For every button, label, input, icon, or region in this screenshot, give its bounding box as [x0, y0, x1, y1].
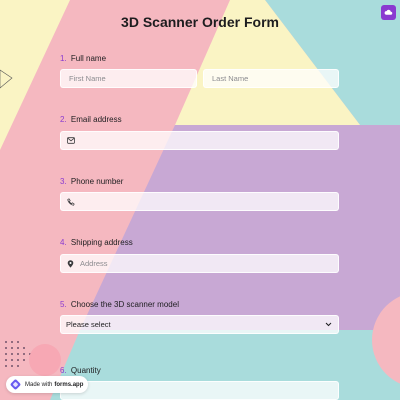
- scanner-model-select[interactable]: Please select: [60, 315, 339, 334]
- question-text: Choose the 3D scanner model: [70, 300, 179, 309]
- question-label: 4. Shipping address: [60, 237, 133, 249]
- forms-app-logo-icon: [10, 379, 21, 390]
- envelope-icon: [67, 137, 75, 144]
- question-text: Quantity: [70, 366, 101, 375]
- question-number: 6.: [60, 366, 67, 375]
- location-pin-icon: [67, 259, 74, 268]
- question-email: 2. Email address: [60, 114, 122, 126]
- question-full-name: 1. Full name: [60, 53, 106, 65]
- question-phone: 3. Phone number: [60, 176, 123, 188]
- phone-input[interactable]: [60, 192, 339, 211]
- question-text: Full name: [70, 54, 107, 63]
- last-name-input[interactable]: Last Name: [203, 69, 339, 88]
- address-placeholder: Address: [80, 259, 108, 268]
- phone-icon: [67, 197, 75, 206]
- first-name-input[interactable]: First Name: [60, 69, 197, 88]
- quantity-input[interactable]: [60, 381, 339, 400]
- last-name-placeholder: Last Name: [212, 74, 249, 83]
- form-page: 3D Scanner Order Form 1. Full name First…: [0, 0, 400, 400]
- question-number: 4.: [60, 238, 67, 247]
- question-number: 5.: [60, 300, 67, 309]
- question-label: 3. Phone number: [60, 176, 123, 188]
- question-shipping-address: 4. Shipping address: [60, 237, 133, 249]
- question-text: Email address: [70, 115, 122, 124]
- address-input[interactable]: Address: [60, 254, 339, 273]
- question-scanner-model: 5. Choose the 3D scanner model: [60, 299, 179, 311]
- question-text: Shipping address: [70, 238, 133, 247]
- first-name-placeholder: First Name: [69, 74, 106, 83]
- form-title: 3D Scanner Order Form: [121, 14, 279, 30]
- question-label: 1. Full name: [60, 53, 106, 65]
- badge-brand: forms.app: [54, 381, 84, 388]
- cloud-icon: [384, 4, 393, 22]
- email-input[interactable]: [60, 131, 339, 150]
- question-number: 3.: [60, 177, 67, 186]
- badge-prefix: Made with: [25, 381, 53, 388]
- chevron-down-icon: [325, 320, 332, 329]
- question-label: 5. Choose the 3D scanner model: [60, 299, 179, 311]
- corner-action-button[interactable]: [381, 5, 396, 20]
- scanner-model-selected-value: Please select: [66, 320, 111, 329]
- question-number: 1.: [60, 54, 67, 63]
- question-number: 2.: [60, 115, 67, 124]
- question-label: 2. Email address: [60, 114, 122, 126]
- made-with-badge[interactable]: Made with forms.app: [6, 376, 88, 393]
- question-text: Phone number: [70, 177, 124, 186]
